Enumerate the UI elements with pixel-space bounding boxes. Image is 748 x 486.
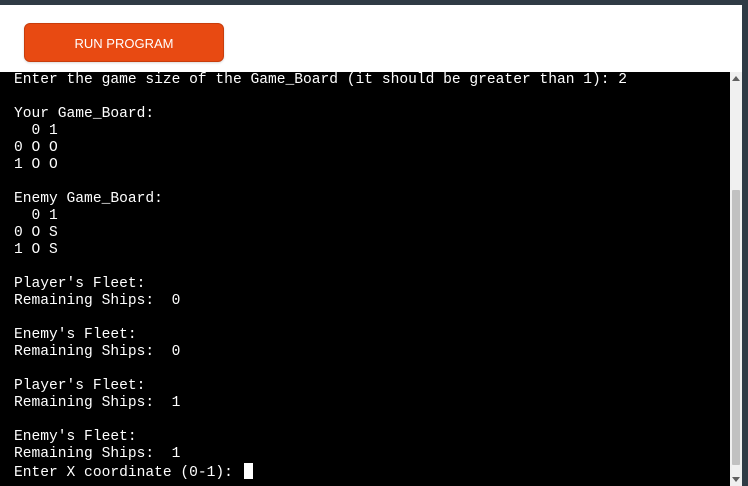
terminal-line: Player's Fleet:	[14, 276, 146, 292]
terminal-line: 0 1	[14, 123, 58, 139]
terminal-line: 0 1	[14, 208, 58, 224]
terminal-line: Remaining Ships: 0	[14, 293, 181, 309]
terminal-line: Enter the game size of the Game_Board (i…	[14, 72, 628, 88]
terminal-line: Remaining Ships: 1	[14, 395, 181, 411]
terminal-output[interactable]: Enter the game size of the Game_Board (i…	[0, 72, 742, 486]
terminal-line: Remaining Ships: 1	[14, 446, 181, 462]
right-border	[742, 0, 748, 486]
terminal-line: 1 O O	[14, 157, 58, 173]
terminal-scrollbar[interactable]	[730, 72, 742, 486]
terminal-line: Enemy's Fleet:	[14, 327, 137, 343]
terminal-line: 1 O S	[14, 242, 58, 258]
scrollbar-thumb[interactable]	[732, 190, 740, 465]
run-program-button[interactable]: RUN PROGRAM	[24, 23, 224, 62]
terminal-line: Remaining Ships: 0	[14, 344, 181, 360]
top-border	[0, 0, 748, 5]
text-cursor	[243, 463, 253, 479]
terminal-line: Your Game_Board:	[14, 106, 155, 122]
terminal-line: Enemy's Fleet:	[14, 429, 137, 445]
terminal-line: Player's Fleet:	[14, 378, 146, 394]
terminal-input-line[interactable]: Enter X coordinate (0-1):	[14, 463, 724, 481]
chevron-down-icon[interactable]	[732, 477, 740, 482]
terminal-text: Enter the game size of the Game_Board (i…	[14, 72, 724, 481]
terminal-line: 0 O S	[14, 225, 58, 241]
chevron-up-icon[interactable]	[732, 76, 740, 81]
input-prompt: Enter X coordinate (0-1):	[14, 465, 242, 481]
terminal-line: Enemy Game_Board:	[14, 191, 163, 207]
terminal-line: 0 O O	[14, 140, 58, 156]
